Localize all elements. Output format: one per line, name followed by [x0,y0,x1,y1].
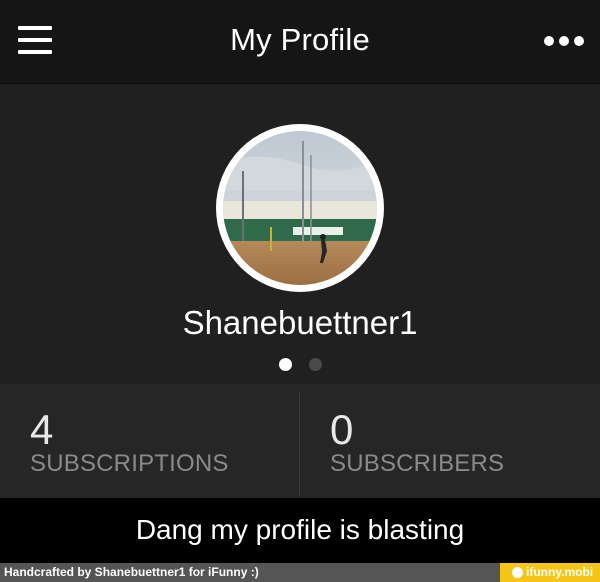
page-title: My Profile [230,22,370,57]
profile-photo [223,131,377,285]
ifunny-logo-icon [512,567,523,578]
page-indicator[interactable] [279,358,323,372]
subscriptions-label: SUBSCRIPTIONS [30,450,229,477]
profile-header: Shanebuettner1 [0,84,600,384]
subscriptions-count: 4 [30,406,54,453]
page-dot-active[interactable] [279,358,292,371]
credit-text: Handcrafted by Shanebuettner1 for iFunny… [4,565,259,579]
ifunny-badge: ifunny.mobi [500,563,600,582]
avatar[interactable] [216,124,384,292]
app-header: My Profile [0,0,600,84]
subscriptions-stat[interactable]: 4 SUBSCRIPTIONS [0,384,300,498]
subscribers-stat[interactable]: 0 SUBSCRIBERS [300,384,600,498]
bio-banner: Dang my profile is blasting [0,498,600,563]
subscribers-count: 0 [330,406,354,453]
ifunny-site: ifunny.mobi [526,565,594,579]
username: Shanebuettner1 [182,304,418,341]
stats-row: 4 SUBSCRIPTIONS 0 SUBSCRIBERS [0,384,600,498]
more-options-icon[interactable] [542,34,586,48]
profile-bio: Dang my profile is blasting [135,514,465,545]
page-dot-inactive[interactable] [309,358,322,371]
watermark-footer: Handcrafted by Shanebuettner1 for iFunny… [0,563,600,582]
subscribers-label: SUBSCRIBERS [330,450,505,477]
